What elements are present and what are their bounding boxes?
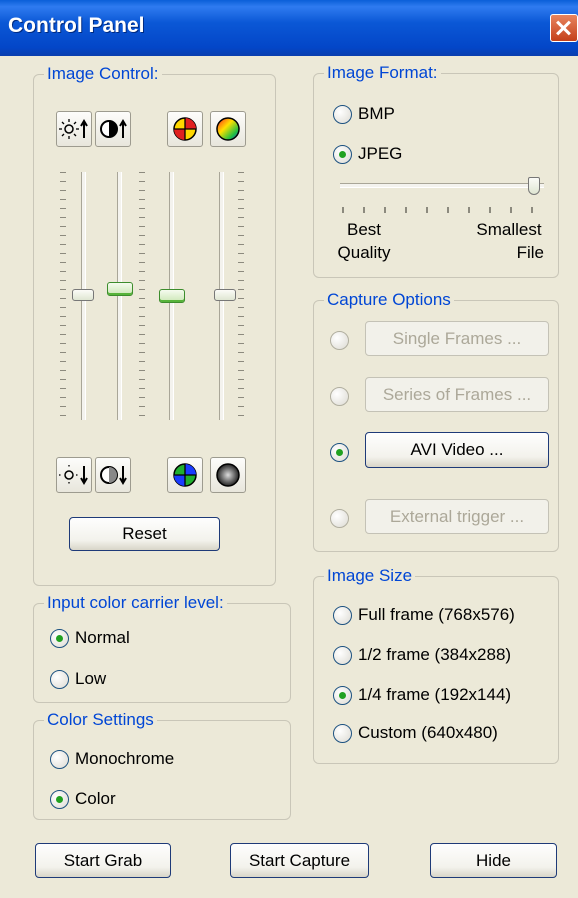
radio-circle xyxy=(333,104,352,124)
format-bmp-radio[interactable]: BMP xyxy=(333,104,395,124)
format-bmp-label: BMP xyxy=(358,104,395,123)
monochrome-radio[interactable]: Monochrome xyxy=(50,749,174,769)
capture-options-legend: Capture Options xyxy=(324,289,454,311)
radio-circle xyxy=(50,669,69,689)
file-label: File xyxy=(516,243,544,262)
start-grab-button[interactable]: Start Grab xyxy=(35,843,171,878)
color-settings-legend: Color Settings xyxy=(44,709,157,731)
hide-button[interactable]: Hide xyxy=(430,843,557,878)
monochrome-label: Monochrome xyxy=(75,749,175,768)
quality-label: Quality xyxy=(337,243,391,262)
avi-video-label: AVI Video ... xyxy=(410,440,504,459)
series-frames-label: Series of Frames ... xyxy=(382,384,532,404)
close-icon[interactable] xyxy=(550,14,578,42)
size-full-label: Full frame (768x576) xyxy=(358,605,515,624)
start-capture-button[interactable]: Start Capture xyxy=(230,843,369,878)
color-label: Color xyxy=(75,789,116,808)
size-half-radio[interactable]: 1/2 frame (384x288) xyxy=(333,645,511,665)
external-trigger-button[interactable]: External trigger ... xyxy=(365,499,549,534)
radio-circle xyxy=(50,749,69,769)
color-carrier-legend: Input color carrier level: xyxy=(44,592,227,614)
hue-down-icon[interactable] xyxy=(167,457,203,493)
size-full-radio[interactable]: Full frame (768x576) xyxy=(333,605,515,625)
start-grab-label: Start Grab xyxy=(63,850,143,870)
size-half-label: 1/2 frame (384x288) xyxy=(358,645,512,664)
reset-label: Reset xyxy=(122,524,167,543)
hue-slider-thumb[interactable] xyxy=(159,289,185,303)
format-jpeg-label: JPEG xyxy=(358,144,403,163)
radio-circle xyxy=(333,605,352,625)
external-trigger-radio[interactable] xyxy=(330,509,349,528)
slider-ticks xyxy=(139,172,145,420)
saturation-up-icon[interactable] xyxy=(210,111,246,147)
quality-slider-thumb[interactable] xyxy=(528,177,540,195)
saturation-down-icon[interactable] xyxy=(210,457,246,493)
color-radio[interactable]: Color xyxy=(50,789,116,809)
radio-circle xyxy=(333,645,352,665)
brightness-up-icon[interactable] xyxy=(56,111,92,147)
quality-slider-track[interactable] xyxy=(340,183,544,188)
title-bar: Control Panel xyxy=(0,0,578,56)
carrier-low-label: Low xyxy=(75,669,107,688)
carrier-normal-label: Normal xyxy=(75,628,130,647)
smallest-label: Smallest xyxy=(476,220,542,239)
reset-button[interactable]: Reset xyxy=(69,517,220,551)
external-trigger-label: External trigger ... xyxy=(389,506,525,526)
single-frames-label: Single Frames ... xyxy=(392,328,522,348)
size-custom-radio[interactable]: Custom (640x480) xyxy=(333,723,498,743)
contrast-slider-thumb[interactable] xyxy=(107,282,133,296)
hue-icon[interactable] xyxy=(167,111,203,147)
hide-label: Hide xyxy=(476,850,511,870)
contrast-slider-track[interactable] xyxy=(117,172,122,420)
size-quarter-radio[interactable]: 1/4 frame (192x144) xyxy=(333,685,511,705)
window-title: Control Panel xyxy=(8,14,145,37)
contrast-down-icon[interactable] xyxy=(95,457,131,493)
best-quality-label: Best Quality xyxy=(334,218,394,264)
radio-circle xyxy=(50,789,69,809)
radio-circle xyxy=(333,144,352,164)
best-label: Best xyxy=(346,220,382,239)
slider-ticks xyxy=(238,172,244,420)
series-frames-button[interactable]: Series of Frames ... xyxy=(365,377,549,412)
image-control-legend: Image Control: xyxy=(44,63,162,85)
avi-video-radio[interactable] xyxy=(330,443,349,462)
quality-slider-ticks xyxy=(342,207,544,213)
image-size-legend: Image Size xyxy=(324,565,416,587)
start-capture-label: Start Capture xyxy=(248,850,351,870)
avi-video-button[interactable]: AVI Video ... xyxy=(365,432,549,468)
size-quarter-label: 1/4 frame (192x144) xyxy=(358,685,512,704)
contrast-up-icon[interactable] xyxy=(95,111,131,147)
carrier-normal-radio[interactable]: Normal xyxy=(50,628,130,648)
brightness-down-icon[interactable] xyxy=(56,457,92,493)
saturation-slider-thumb[interactable] xyxy=(214,289,236,301)
single-frames-radio[interactable] xyxy=(330,331,349,350)
radio-circle xyxy=(50,628,69,648)
brightness-slider-thumb[interactable] xyxy=(72,289,94,301)
single-frames-button[interactable]: Single Frames ... xyxy=(365,321,549,356)
smallest-file-label: Smallest File xyxy=(468,218,550,264)
radio-circle xyxy=(333,723,352,743)
carrier-low-radio[interactable]: Low xyxy=(50,669,106,689)
format-jpeg-radio[interactable]: JPEG xyxy=(333,144,402,164)
slider-ticks xyxy=(60,172,66,420)
size-custom-label: Custom (640x480) xyxy=(358,723,498,742)
radio-circle xyxy=(333,685,352,705)
image-format-legend: Image Format: xyxy=(324,62,441,84)
series-frames-radio[interactable] xyxy=(330,387,349,406)
